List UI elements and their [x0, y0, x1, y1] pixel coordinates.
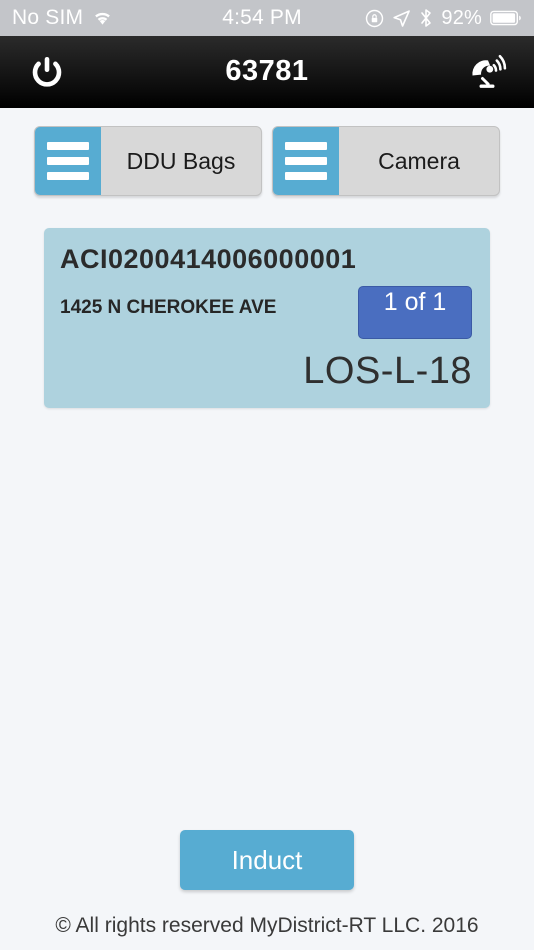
status-bar: No SIM 4:54 PM 92% [0, 0, 534, 36]
hamburger-menu-icon [35, 127, 101, 195]
camera-button[interactable]: Camera [272, 126, 500, 196]
induct-button-container: Induct [0, 830, 534, 914]
bag-count-badge: 1 of 1 [358, 286, 472, 339]
hamburger-bar [285, 172, 327, 180]
hamburger-bar [285, 157, 327, 165]
induct-button[interactable]: Induct [180, 830, 354, 890]
bag-address-label: 1425 N CHEROKEE AVE [60, 297, 277, 318]
broadcast-button[interactable] [462, 47, 512, 97]
navigation-bar: 63781 [0, 36, 534, 108]
hamburger-menu-icon [273, 127, 339, 195]
status-bar-left: No SIM [12, 6, 232, 30]
bag-card[interactable]: ACI0200414006000001 1425 N CHEROKEE AVE … [44, 228, 490, 408]
location-arrow-icon [392, 9, 411, 28]
hamburger-bar [47, 157, 89, 165]
status-bar-right: 92% [302, 7, 522, 30]
battery-percent-label: 92% [441, 6, 483, 29]
status-bar-clock: 4:54 PM [222, 6, 302, 29]
battery-icon [490, 10, 522, 26]
ddu-bags-button[interactable]: DDU Bags [34, 126, 262, 196]
hamburger-bar [285, 142, 327, 150]
rotation-lock-icon [365, 9, 384, 28]
power-icon [32, 56, 62, 87]
main-content: ACI0200414006000001 1425 N CHEROKEE AVE … [0, 196, 534, 830]
bag-route-code: LOS-L-18 [303, 350, 472, 392]
hamburger-bar [47, 142, 89, 150]
bag-id-label: ACI0200414006000001 [60, 244, 357, 274]
camera-label: Camera [378, 147, 460, 174]
hamburger-bar [47, 172, 89, 180]
carrier-label: No SIM [12, 6, 84, 29]
wifi-icon [92, 10, 113, 26]
app-root: No SIM 4:54 PM 92% 63781 DDU Bags Camera… [0, 0, 534, 950]
footer-area: Induct © All rights reserved MyDistrict-… [0, 830, 534, 950]
ddu-bags-label: DDU Bags [126, 147, 236, 174]
bluetooth-icon [419, 8, 433, 28]
page-title: 63781 [225, 55, 309, 87]
toolbar: DDU Bags Camera [0, 108, 534, 196]
copyright-label: © All rights reserved MyDistrict-RT LLC.… [55, 914, 479, 937]
satellite-dish-icon [472, 54, 507, 88]
power-button[interactable] [22, 47, 72, 97]
